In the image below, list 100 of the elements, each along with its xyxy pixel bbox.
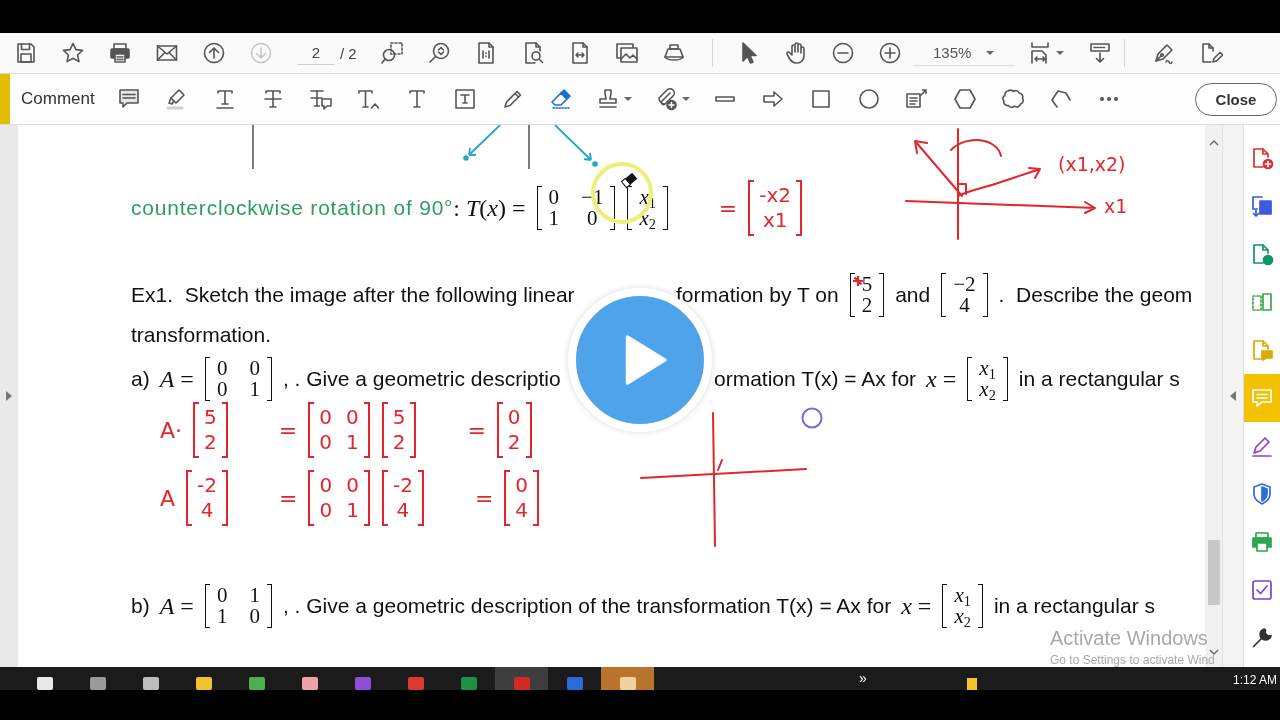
- tray-download-icon[interactable]: [1087, 41, 1112, 65]
- handwritten-entry: 2: [204, 430, 217, 455]
- matrix-entry: x$_{2}$: [954, 606, 971, 627]
- polyline-icon[interactable]: [1048, 87, 1073, 111]
- matrix-entry: 0: [216, 379, 228, 400]
- zoom-out-icon[interactable]: [830, 41, 855, 65]
- matrix-entry: 0: [249, 606, 260, 627]
- replace-text-icon[interactable]: [308, 87, 333, 111]
- images-icon[interactable]: [614, 41, 639, 65]
- matrix-entry: 0: [249, 358, 260, 379]
- handwritten-entry: 0: [319, 405, 332, 430]
- page-export-icon: [1250, 194, 1274, 218]
- body-text: Ex1. Sketch the image after the following linear: [131, 283, 575, 307]
- page-number-field[interactable]: 2: [298, 41, 334, 65]
- matrix-entry: 1: [249, 379, 260, 400]
- marquee-zoom-icon[interactable]: [379, 41, 404, 65]
- caret-down-icon[interactable]: [1208, 649, 1219, 655]
- matrix-entry: x$_{1}$: [979, 358, 996, 379]
- checkbox-icon: [1250, 578, 1274, 602]
- printer-icon[interactable]: [107, 41, 132, 65]
- matrix-entry: 1: [216, 606, 228, 627]
- matrix-entry: 1: [249, 585, 260, 606]
- handwritten-label: (x1,x2): [1058, 153, 1126, 175]
- app-icon: [619, 677, 636, 690]
- tray-app-icon[interactable]: [966, 678, 977, 690]
- pen-icon: [1250, 434, 1274, 458]
- math-expression: A =: [159, 365, 194, 393]
- ink-mark-icon: [851, 275, 864, 287]
- body-text: ormation T(x) = Ax for: [714, 367, 917, 391]
- term-label: counterclockwise rotation of 90°: [131, 196, 454, 220]
- handwritten-entry: 4: [515, 498, 529, 523]
- page-count: / 2: [340, 44, 357, 62]
- app-icon: [566, 677, 583, 690]
- page-plus-icon: [1250, 146, 1274, 170]
- body-text: b): [131, 594, 150, 618]
- handwritten-entry: -x2: [759, 183, 792, 208]
- handwritten-entry: 0: [507, 405, 521, 430]
- caret-up-icon[interactable]: [1208, 140, 1219, 146]
- circle-cursor-icon: [801, 407, 823, 429]
- expand-arrow-icon[interactable]: [6, 391, 12, 401]
- eraser-icon[interactable]: [548, 87, 573, 111]
- matrix-entry: x$_{2}$: [979, 379, 996, 400]
- clock-text: 1:12 AM: [1232, 672, 1277, 687]
- app-icon: [195, 677, 212, 690]
- handwritten-text: =: [279, 485, 298, 511]
- toolbar-accent: [0, 74, 10, 124]
- hexagon-icon[interactable]: [952, 87, 977, 111]
- handwritten-entry: 5: [392, 405, 406, 430]
- matrix-entry: x$_{1}$: [954, 585, 971, 606]
- scrollbar-thumb[interactable]: [1207, 540, 1220, 605]
- app-icon: [513, 677, 530, 690]
- body-text: and: [895, 283, 931, 307]
- body-text: , . Give a geometric description of the transformation T(x) = Ax for: [282, 594, 892, 618]
- matrix-entry: 0: [586, 208, 598, 229]
- handwritten-text: A: [160, 485, 176, 511]
- matrix-entry: −2: [953, 274, 976, 295]
- oval-icon[interactable]: [856, 87, 881, 111]
- zoom-dropdown[interactable]: 135%: [913, 40, 1015, 66]
- hand-icon[interactable]: [783, 41, 808, 65]
- app-icon: [142, 677, 159, 690]
- body-text: transformation.: [131, 323, 272, 347]
- math-expression: x =: [926, 365, 957, 393]
- body-text: , . Give a geometric descriptio: [282, 367, 561, 391]
- caret-icon[interactable]: [1055, 51, 1064, 55]
- star-icon[interactable]: [60, 41, 85, 65]
- callout-icon[interactable]: [904, 87, 929, 111]
- text-box-icon[interactable]: [452, 87, 477, 111]
- zoom-icon[interactable]: [426, 41, 451, 65]
- handwritten-text: =: [467, 417, 486, 443]
- matrix-entry: 4: [959, 295, 970, 316]
- matrix-entry: 2: [861, 295, 873, 316]
- handwritten-entry: -2: [197, 473, 217, 498]
- caret-icon[interactable]: [623, 97, 632, 101]
- matrix-entry: 0: [216, 358, 228, 379]
- page-note-icon: [1250, 338, 1274, 362]
- zoom-in-icon[interactable]: [877, 41, 902, 65]
- handwritten-text: A·: [160, 417, 183, 443]
- caret-icon: [986, 50, 995, 55]
- caret-icon[interactable]: [681, 97, 690, 101]
- speech-bubble-icon[interactable]: [116, 87, 141, 111]
- app-icon: [460, 677, 477, 690]
- activation-subtitle: Go to Settings to activate Wind: [1050, 653, 1215, 667]
- app-icon: [354, 677, 371, 690]
- insert-text-icon[interactable]: [356, 87, 381, 111]
- math-expression: x =: [901, 592, 932, 620]
- body-text: in a rectangular s: [1018, 367, 1180, 391]
- matrix-entry: 0: [216, 585, 228, 606]
- collapse-arrow-icon[interactable]: [1230, 391, 1236, 401]
- app-icon: [301, 677, 318, 690]
- body-text: formation by T on: [676, 283, 839, 307]
- handwritten-entry: 0: [345, 405, 359, 430]
- overflow-chevron[interactable]: »: [859, 667, 867, 686]
- app-icon: [36, 677, 53, 690]
- cloud-icon[interactable]: [1000, 87, 1025, 111]
- close-button[interactable]: Close: [1195, 82, 1277, 116]
- activation-title: Activate Windows: [1050, 627, 1209, 650]
- handwritten-label: x1: [1104, 195, 1128, 217]
- speech-bubble-icon: [1250, 386, 1274, 410]
- page-badge-icon: [1250, 242, 1274, 266]
- page-split-icon: [1250, 290, 1274, 314]
